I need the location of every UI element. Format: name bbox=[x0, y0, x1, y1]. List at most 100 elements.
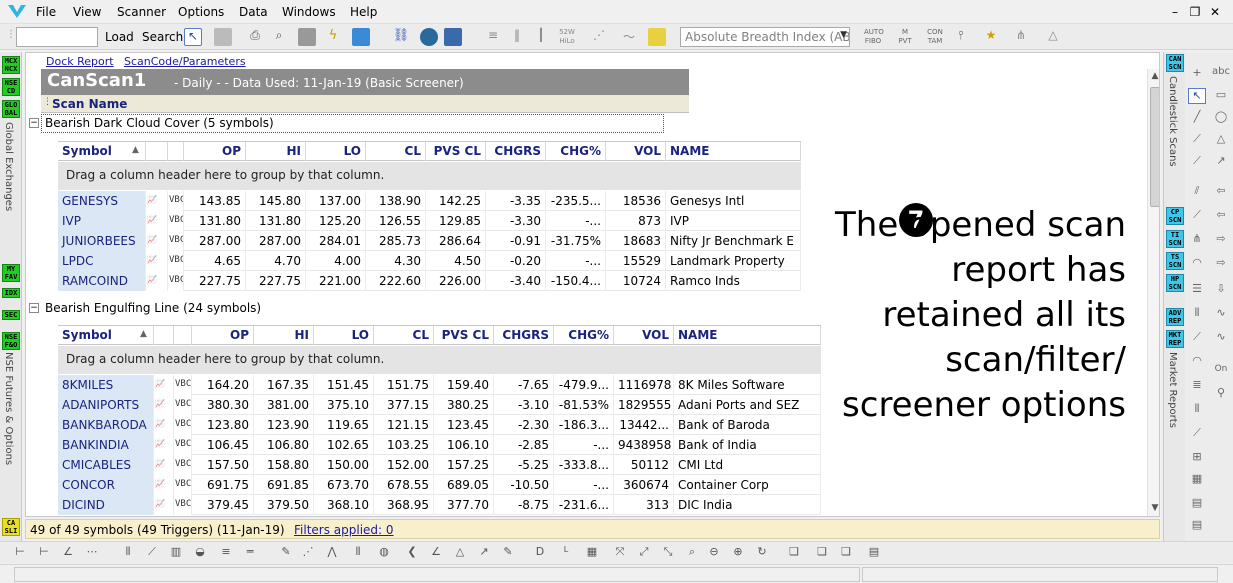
candlestick-scan-badge[interactable]: CAN SCN bbox=[1166, 54, 1184, 72]
menu-help[interactable]: Help bbox=[350, 5, 377, 19]
group-row[interactable]: − Bearish Engulfing Line (24 symbols) bbox=[26, 299, 666, 319]
mcx-badge[interactable]: MCX NCX bbox=[2, 56, 20, 74]
align-icon[interactable]: ≡ bbox=[218, 545, 234, 561]
sec-badge[interactable]: SEC bbox=[2, 310, 20, 320]
scroll-up-icon[interactable]: ▲ bbox=[1149, 71, 1159, 85]
crosshair-icon[interactable]: + bbox=[1188, 66, 1206, 82]
lin-icon[interactable]: L bbox=[558, 545, 574, 561]
global-badge[interactable]: GLO BAL bbox=[2, 100, 20, 118]
group-row[interactable]: − Bearish Dark Cloud Cover (5 symbols) bbox=[26, 114, 666, 134]
scan-name-header[interactable]: ⋮ Scan Name bbox=[41, 95, 689, 113]
arrow-icon[interactable]: ↗ bbox=[476, 545, 492, 561]
symbol-cell[interactable]: JUNIORBEES bbox=[58, 231, 146, 251]
pointer-icon[interactable]: ↖ bbox=[1188, 88, 1206, 104]
idx-badge[interactable]: IDX bbox=[2, 288, 20, 298]
symbol-cell[interactable]: CMICABLES bbox=[58, 455, 154, 475]
con-tam-icon[interactable]: CON TAM bbox=[926, 28, 944, 46]
ruler-icon[interactable]: ⊢ bbox=[12, 545, 28, 561]
filters-applied-link[interactable]: Filters applied: 0 bbox=[294, 523, 394, 537]
ts-scan-badge[interactable]: TS SCN bbox=[1166, 252, 1184, 270]
symbol-input[interactable] bbox=[16, 27, 98, 47]
report-icon[interactable]: ▤ bbox=[866, 545, 882, 561]
zoom-icon[interactable]: ⌕ bbox=[684, 545, 700, 561]
col-chgrs[interactable]: CHGRS bbox=[494, 326, 554, 345]
bars-icon[interactable]: ‖ bbox=[508, 28, 526, 46]
auto-fibo-icon[interactable]: AUTO FIBO bbox=[864, 28, 884, 46]
col-cl[interactable]: CL bbox=[366, 142, 426, 161]
col-chgp[interactable]: CHG% bbox=[546, 142, 606, 161]
list-icon[interactable]: ≡ bbox=[484, 28, 502, 46]
gann-icon[interactable]: ⟋ bbox=[1188, 330, 1206, 346]
candlestick-scans-label[interactable]: Candlestick Scans bbox=[1167, 76, 1178, 167]
pattern-icon[interactable]: ⋔ bbox=[1012, 28, 1030, 46]
col-cl[interactable]: CL bbox=[374, 326, 434, 345]
sliders-icon[interactable]: ⫯ bbox=[952, 28, 970, 46]
rectangle-icon[interactable]: ▭ bbox=[1212, 88, 1230, 104]
shrink-icon[interactable]: ⤡ bbox=[660, 545, 676, 561]
trendline-icon[interactable]: ⟋ bbox=[1188, 132, 1206, 148]
symbol-cell[interactable]: GENESYS bbox=[58, 191, 146, 211]
indicator-chart-icon[interactable] bbox=[648, 28, 666, 46]
col-chgrs[interactable]: CHGRS bbox=[486, 142, 546, 161]
connect-icon[interactable]: ⛓ bbox=[392, 28, 410, 46]
col-name[interactable]: NAME bbox=[674, 326, 821, 345]
col-pvs-cl[interactable]: PVS CL bbox=[434, 326, 494, 345]
fib-icon[interactable]: ≣ bbox=[1188, 378, 1206, 394]
hline-icon[interactable]: ═ bbox=[242, 545, 258, 561]
vline-icon[interactable]: ⦀ bbox=[1188, 306, 1206, 322]
table-icon[interactable]: ▤ bbox=[1188, 518, 1206, 534]
menu-scanner[interactable]: Scanner bbox=[117, 5, 166, 19]
print-preview-icon[interactable]: ⌕ bbox=[270, 28, 288, 46]
abc-icon[interactable]: ✎ bbox=[500, 545, 516, 561]
table-row[interactable]: CONCOR 📈 VBC 691.75 691.85 673.70 678.55 689.05… bbox=[58, 475, 821, 495]
dock-report-link[interactable]: Dock Report bbox=[46, 55, 114, 68]
triangle-icon[interactable]: △ bbox=[1212, 132, 1230, 148]
copy-icon[interactable]: ❏ bbox=[814, 545, 830, 561]
table-row[interactable]: 8KMILES 📈 VBC 164.20 167.35 151.45 151.75 159.4… bbox=[58, 375, 821, 395]
right-arrow-icon[interactable]: ⇨ bbox=[1212, 256, 1230, 272]
user-tool-icon[interactable]: ⚲ bbox=[1212, 386, 1230, 402]
collapse-icon[interactable]: − bbox=[29, 303, 39, 313]
angle-icon[interactable]: ∠ bbox=[428, 545, 444, 561]
cross-grid-icon[interactable]: ⊞ bbox=[1188, 450, 1206, 466]
trend-icon[interactable]: ⋰ bbox=[590, 28, 608, 46]
gauge-icon[interactable]: ◒ bbox=[192, 545, 208, 561]
symbol-cell[interactable]: ADANIPORTS bbox=[58, 395, 154, 415]
copy-icon[interactable]: ❏ bbox=[786, 545, 802, 561]
col-hi[interactable]: HI bbox=[254, 326, 314, 345]
pencil-icon[interactable]: ✎ bbox=[278, 545, 294, 561]
table-row[interactable]: GENESYS 📈 VBC 143.85 145.80 137.00 138.90 142.2… bbox=[58, 191, 801, 211]
circle-icon[interactable]: ◍ bbox=[376, 545, 392, 561]
vertical-scrollbar[interactable]: ▲ ▼ bbox=[1147, 69, 1159, 516]
table-row[interactable]: CMICABLES 📈 VBC 157.50 158.80 150.00 152.00 157… bbox=[58, 455, 821, 475]
cycle-icon[interactable]: ⦀ bbox=[120, 545, 136, 561]
cursor-tool-icon[interactable]: ↖ bbox=[184, 28, 202, 46]
col-lo[interactable]: LO bbox=[306, 142, 366, 161]
symbol-cell[interactable]: BANKINDIA bbox=[58, 435, 154, 455]
table-row[interactable]: BANKBARODA 📈 VBC 123.80 123.90 119.65 121.15 12… bbox=[58, 415, 821, 435]
expand-icon[interactable]: ⤢ bbox=[636, 545, 652, 561]
refresh-icon[interactable]: ↻ bbox=[754, 545, 770, 561]
symbol-cell[interactable]: BANKBARODA bbox=[58, 415, 154, 435]
adv-report-badge[interactable]: ADV REP bbox=[1166, 308, 1184, 326]
right-arrow-icon[interactable]: ⇨ bbox=[1212, 232, 1230, 248]
table-row[interactable]: BANKINDIA 📈 VBC 106.45 106.80 102.65 103.25 106… bbox=[58, 435, 821, 455]
menu-data[interactable]: Data bbox=[239, 5, 268, 19]
m-chart-icon[interactable] bbox=[352, 28, 370, 46]
globe-icon[interactable] bbox=[420, 28, 438, 46]
menu-windows[interactable]: Windows bbox=[282, 5, 336, 19]
wave-icon[interactable]: ∿ bbox=[1212, 306, 1230, 322]
my-fav-badge[interactable]: MY FAV bbox=[2, 264, 20, 282]
star-icon[interactable]: ★ bbox=[982, 28, 1000, 46]
col-chgp[interactable]: CHG% bbox=[554, 326, 614, 345]
load-button[interactable]: Load bbox=[105, 30, 134, 44]
table-row[interactable]: DICIND 📈 VBC 379.45 379.50 368.10 368.95 377.70… bbox=[58, 495, 821, 515]
hp-scan-badge[interactable]: HP SCN bbox=[1166, 274, 1184, 292]
zoom-in-icon[interactable]: ⊕ bbox=[730, 545, 746, 561]
52w-hilo-icon[interactable]: 52W HiLo bbox=[558, 28, 576, 46]
calc-badge[interactable]: CA SLI bbox=[2, 518, 20, 536]
nse-futures-label[interactable]: NSE Futures & Options bbox=[3, 352, 14, 465]
nse-cd-badge[interactable]: NSE CD bbox=[2, 78, 20, 96]
scancode-parameters-link[interactable]: ScanCode/Parameters bbox=[124, 55, 246, 68]
table-row[interactable]: RAMCOIND 📈 VBC 227.75 227.75 221.00 222.60 226.… bbox=[58, 271, 801, 291]
